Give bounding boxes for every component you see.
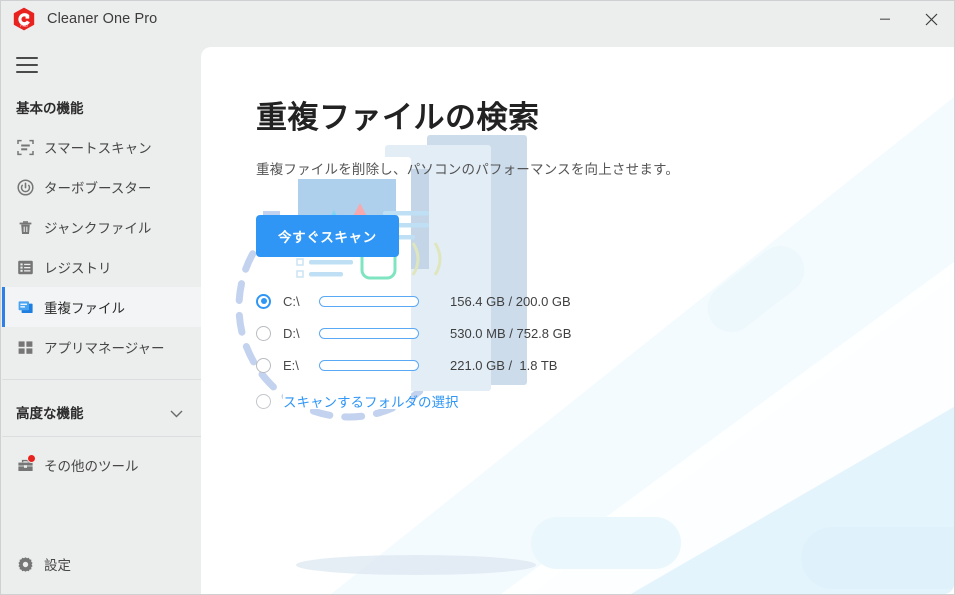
sidebar-section-advanced-header[interactable]: 高度な機能 <box>2 404 201 424</box>
hamburger-menu-icon[interactable] <box>16 57 38 73</box>
window-controls <box>862 1 954 37</box>
page-subtitle: 重複ファイルを削除し、パソコンのパフォーマンスを向上させます。 <box>256 158 954 178</box>
sidebar-item-other-tools[interactable]: その他のツール <box>2 445 201 485</box>
sidebar-section-basic-title: 基本の機能 <box>2 99 201 119</box>
content-inner: 重複ファイルの検索 重複ファイルを削除し、パソコンのパフォーマンスを向上させます… <box>201 47 954 417</box>
app-manager-grid-icon <box>16 338 34 356</box>
drive-radio-d[interactable] <box>256 326 271 341</box>
drive-usage-bar-e <box>319 360 419 371</box>
page-title: 重複ファイルの検索 <box>256 99 954 136</box>
sidebar-item-smart-scan[interactable]: スマートスキャン <box>2 127 201 167</box>
drive-usage-bar-d <box>319 328 419 339</box>
sidebar-item-label: 重複ファイル <box>44 297 125 317</box>
sidebar-item-junk-files[interactable]: ジャンクファイル <box>2 207 201 247</box>
minimize-button[interactable] <box>862 1 908 37</box>
sidebar-item-app-manager[interactable]: アプリマネージャー <box>2 327 201 367</box>
select-folder-radio[interactable] <box>256 394 271 409</box>
smart-scan-icon <box>16 138 34 156</box>
sidebar-item-label: その他のツール <box>44 455 139 475</box>
sidebar-item-label: ターボブースター <box>44 177 151 197</box>
scan-now-button[interactable]: 今すぐスキャン <box>256 215 399 257</box>
drive-radio-e[interactable] <box>256 358 271 373</box>
title-bar: PRO Cleaner One Pro <box>1 1 954 37</box>
drive-row-d[interactable]: D:\ 530.0 MB / 752.8 GB <box>256 317 954 349</box>
drive-radio-c[interactable] <box>256 294 271 309</box>
drive-usage-bar-c <box>319 296 419 307</box>
sidebar-nav-basic: スマートスキャン ターボブースター <box>2 127 201 367</box>
app-brand: PRO Cleaner One Pro <box>1 6 157 32</box>
drive-label-c: C:\ <box>283 294 319 309</box>
drive-list: C:\ 156.4 GB / 200.0 GB D:\ 530.0 MB / 7… <box>256 285 954 417</box>
app-title: Cleaner One Pro <box>47 11 157 27</box>
toolbox-icon <box>16 456 34 474</box>
sidebar-item-turbo-boost[interactable]: ターボブースター <box>2 167 201 207</box>
main-content-panel: 重複ファイルの検索 重複ファイルを削除し、パソコンのパフォーマンスを向上させます… <box>201 47 954 594</box>
turbo-boost-power-icon <box>16 178 34 196</box>
sidebar-item-registry[interactable]: レジストリ <box>2 247 201 287</box>
cleaner-one-hexagon-logo-icon: PRO <box>11 6 37 32</box>
gear-icon <box>16 555 34 573</box>
sidebar-item-label: アプリマネージャー <box>44 337 165 357</box>
sidebar-item-label: スマートスキャン <box>44 137 152 157</box>
select-folder-link[interactable]: スキャンするフォルダの選択 <box>283 391 459 411</box>
sidebar-item-label: ジャンクファイル <box>44 217 151 237</box>
sidebar-item-label: レジストリ <box>44 257 112 277</box>
svg-text:PRO: PRO <box>20 24 28 28</box>
sidebar-divider-2 <box>2 436 201 437</box>
sidebar-settings-wrapper: 設定 <box>2 544 201 584</box>
sidebar-divider-1 <box>2 379 201 380</box>
trash-can-icon <box>16 218 34 236</box>
chevron-down-icon <box>170 404 183 424</box>
drive-row-c[interactable]: C:\ 156.4 GB / 200.0 GB <box>256 285 954 317</box>
sidebar-nav-advanced: その他のツール <box>2 445 201 485</box>
sidebar-item-label: 設定 <box>44 554 71 574</box>
registry-list-icon <box>16 258 34 276</box>
notification-badge-dot <box>27 454 36 463</box>
sidebar: 基本の機能 スマートスキャン <box>2 37 201 594</box>
drive-label-e: E:\ <box>283 358 319 373</box>
app-window: PRO Cleaner One Pro 基本の機能 <box>0 0 955 595</box>
close-button[interactable] <box>908 1 954 37</box>
sidebar-section-advanced-title: 高度な機能 <box>16 404 84 424</box>
drive-row-e[interactable]: E:\ 221.0 GB / 1.8 TB <box>256 349 954 381</box>
drive-label-d: D:\ <box>283 326 319 341</box>
duplicate-files-icon <box>16 298 34 316</box>
drive-size-c: 156.4 GB / 200.0 GB <box>450 294 571 309</box>
sidebar-item-settings[interactable]: 設定 <box>2 544 201 584</box>
select-folder-row[interactable]: スキャンするフォルダの選択 <box>256 385 954 417</box>
sidebar-item-duplicate-files[interactable]: 重複ファイル <box>2 287 201 327</box>
drive-size-e: 221.0 GB / 1.8 TB <box>450 358 557 373</box>
drive-size-d: 530.0 MB / 752.8 GB <box>450 326 571 341</box>
